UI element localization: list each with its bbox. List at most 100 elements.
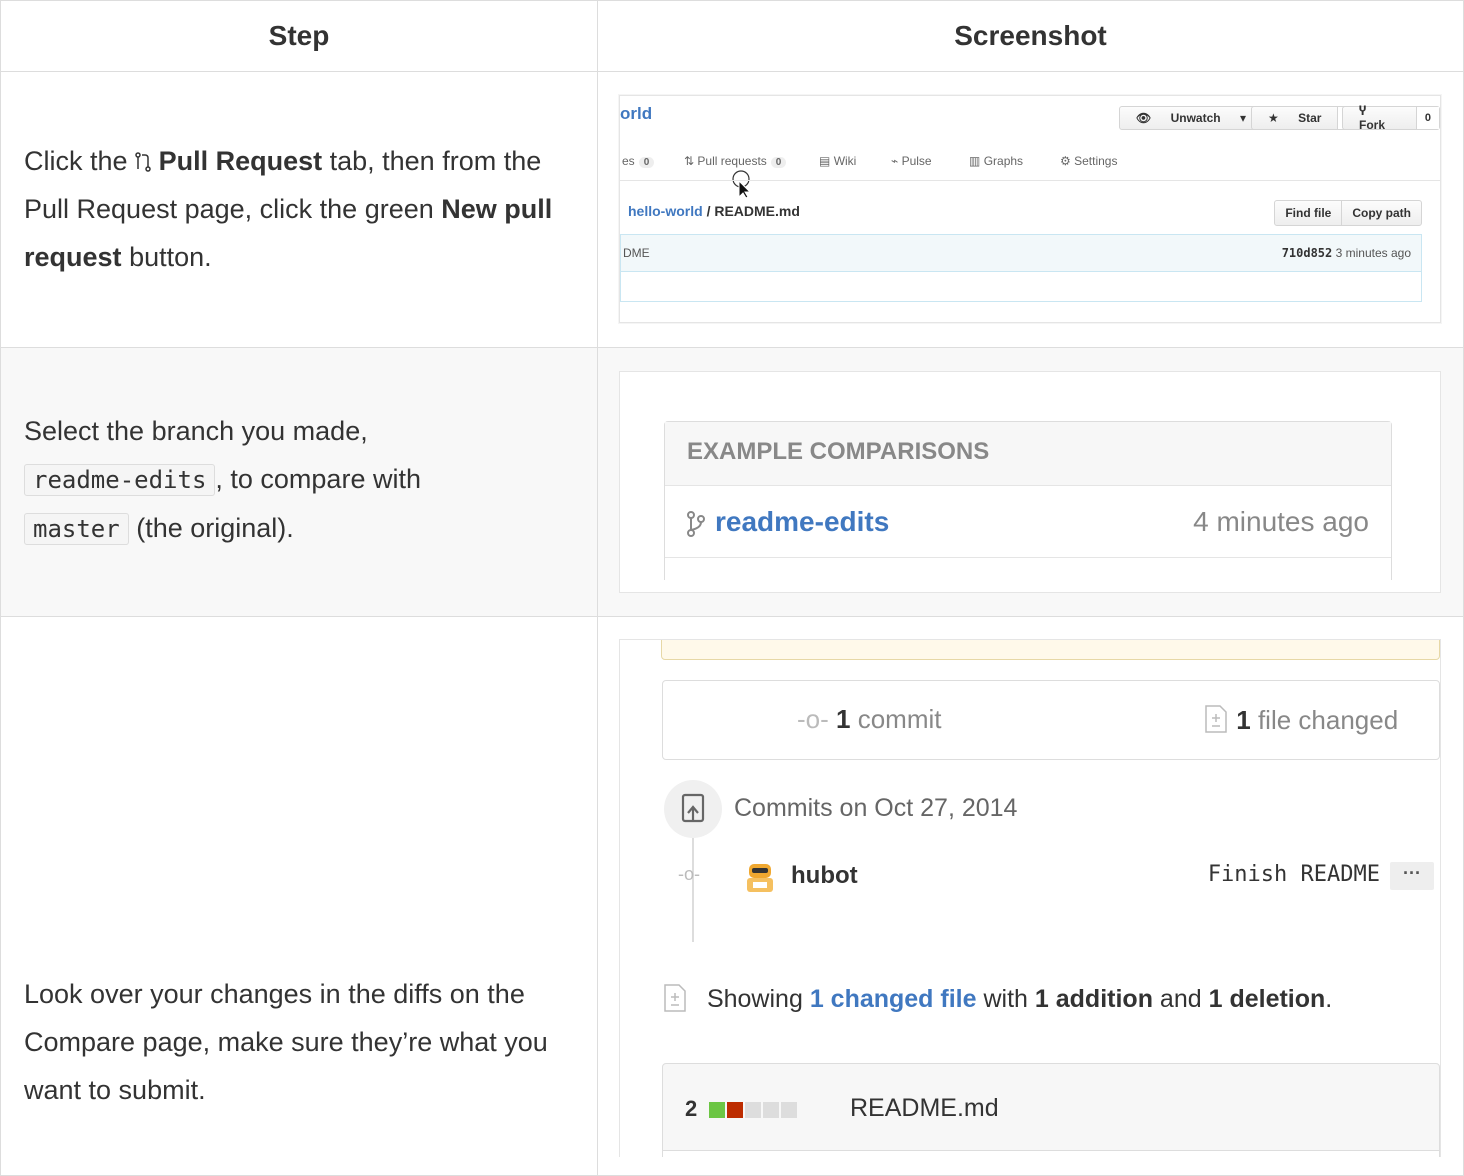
tab-settings[interactable]: ⚙ Settings: [1060, 154, 1117, 168]
diff-body-start: [663, 1150, 1439, 1157]
file-diff-icon: [664, 984, 686, 1012]
tab-issues[interactable]: es 0: [622, 154, 655, 168]
files-word: file changed: [1257, 705, 1399, 735]
header-screenshot: Screenshot: [597, 0, 1464, 72]
book-icon: ▤: [819, 154, 831, 168]
step-text: Select the branch you made,: [24, 416, 368, 446]
row-1-step-text: Click the Pull Request tab, then from th…: [1, 137, 571, 281]
step-text: button.: [129, 242, 212, 272]
expand-commit-button[interactable]: ···: [1390, 862, 1434, 890]
changed-files-link[interactable]: 1 changed file: [810, 985, 977, 1013]
graph-icon: ▥: [969, 154, 981, 168]
tab-wiki[interactable]: ▤ Wiki: [819, 154, 856, 168]
tab-pull-requests[interactable]: ⇅ Pull requests 0: [684, 154, 787, 168]
additions-count: 1 addition: [1034, 985, 1153, 1013]
comparison-time: 4 minutes ago: [1193, 506, 1369, 537]
diffstat-neutral: [781, 1102, 797, 1118]
breadcrumb: hello-world / README.md: [628, 203, 800, 219]
commit-time: 3 minutes ago: [1335, 246, 1411, 260]
file-actions: Find file Copy path: [1274, 200, 1422, 226]
find-file-button[interactable]: Find file: [1275, 201, 1341, 225]
comparison-branch-link[interactable]: readme-edits: [715, 506, 889, 538]
commits-date-icon-circle: [664, 780, 722, 838]
repo-push-icon: [681, 793, 705, 823]
diff-file-name[interactable]: README.md: [850, 1094, 999, 1123]
files-summary[interactable]: 1 file changed: [1203, 704, 1398, 736]
tab-issues-count: 0: [638, 157, 655, 168]
diff-stats-line: Showing 1 changed file with 1 addition a…: [664, 983, 1333, 1014]
step-text: (the original).: [136, 513, 294, 543]
code-master: master: [24, 513, 129, 545]
tab-graphs-label: Graphs: [983, 154, 1024, 168]
deletions-count: 1 deletion: [1208, 985, 1326, 1013]
row-2-step-cell: Select the branch you made, readme-edits…: [0, 347, 598, 617]
screenshot-compare-diff: -o- 1 commit 1 file changed Commits on O…: [619, 639, 1441, 1157]
commit-icon: -o-: [797, 704, 829, 734]
fork-button[interactable]: Ⴤ Fork 0: [1342, 104, 1440, 132]
screenshot-compare-branches: EXAMPLE COMPARISONS readme-edits 4 minut…: [619, 371, 1441, 593]
commits-date-heading: Commits on Oct 27, 2014: [734, 794, 1018, 822]
screenshot-repo-page: orld 👁 Unwatch ▾ 1 ★ Star 0 Ⴤ Fork 0 es0…: [619, 95, 1441, 323]
tab-settings-label: Settings: [1074, 154, 1118, 168]
latest-commit-bar: DME 710d852 3 minutes ago: [620, 234, 1422, 272]
hubot-avatar[interactable]: [743, 860, 777, 894]
gear-icon: ⚙: [1060, 154, 1071, 168]
file-diff-icon: [1205, 705, 1227, 733]
row-3-step-cell: Look over your changes in the diffs on t…: [0, 616, 598, 1176]
flash-notice: [661, 640, 1440, 660]
showing-text: with: [983, 985, 1028, 1013]
pull-request-icon: [135, 152, 151, 172]
commits-summary[interactable]: -o- 1 commit: [797, 704, 942, 735]
repo-name[interactable]: orld: [620, 104, 652, 124]
crop-mask: [620, 580, 1440, 592]
pulse-icon: ⌁: [891, 154, 899, 168]
commit-word: commit: [857, 704, 942, 734]
tab-pulse-label: Pulse: [901, 154, 932, 168]
mouse-cursor-icon: [732, 170, 752, 199]
diffstat-neutral: [763, 1102, 779, 1118]
showing-text: Showing: [706, 985, 803, 1013]
panel-title: EXAMPLE COMPARISONS: [665, 422, 1391, 486]
comparison-row[interactable]: readme-edits 4 minutes ago: [665, 486, 1391, 558]
diffstat-neutral: [745, 1102, 761, 1118]
commit-message[interactable]: DME: [623, 246, 650, 260]
commit-node-icon: -o-: [678, 864, 700, 884]
row-2-step-text: Select the branch you made, readme-edits…: [1, 407, 571, 553]
pull-request-icon: ⇅: [684, 154, 695, 168]
commit-message-link[interactable]: Finish README: [1208, 862, 1380, 887]
breadcrumb-file: README.md: [714, 203, 800, 219]
commit-meta: 710d852 3 minutes ago: [1282, 246, 1411, 260]
tab-pulse[interactable]: ⌁ Pulse: [891, 154, 932, 168]
tab-wiki-label: Wiki: [833, 154, 857, 168]
diffstat-del: [727, 1102, 743, 1118]
step-text: Click the: [24, 146, 128, 176]
example-comparisons-panel: EXAMPLE COMPARISONS readme-edits 4 minut…: [664, 421, 1392, 592]
branch-icon: [687, 511, 705, 537]
tab-pr-count: 0: [770, 157, 787, 168]
tab-issues-label: es: [622, 154, 635, 168]
commit-sha[interactable]: 710d852: [1282, 246, 1333, 260]
showing-text: and: [1159, 985, 1202, 1013]
compare-summary: -o- 1 commit 1 file changed: [662, 680, 1440, 760]
tab-pr-label: Pull requests: [697, 154, 767, 168]
diff-change-count: 2: [685, 1096, 698, 1121]
copy-path-button[interactable]: Copy path: [1341, 201, 1421, 225]
tab-divider: [620, 180, 1440, 181]
row-3-step-text: Look over your changes in the diffs on t…: [24, 979, 548, 1105]
header-step: Step: [0, 0, 598, 72]
fork-icon: Ⴤ: [1359, 104, 1367, 118]
breadcrumb-separator: /: [706, 203, 711, 219]
tab-graphs[interactable]: ▥ Graphs: [969, 154, 1023, 168]
timeline-line: [692, 838, 694, 942]
eye-icon: 👁: [1136, 111, 1152, 125]
files-count: 1: [1236, 705, 1251, 735]
star-label: Star: [1298, 111, 1322, 125]
code-branch: readme-edits: [24, 464, 216, 496]
file-content-box: [620, 272, 1422, 302]
diffstat-add: [709, 1102, 725, 1118]
commit-author-link[interactable]: hubot: [791, 862, 858, 890]
breadcrumb-repo-link[interactable]: hello-world: [628, 203, 703, 219]
showing-text: .: [1325, 985, 1333, 1013]
fork-count: 0: [1415, 107, 1439, 129]
diff-file-header: 2 README.md: [662, 1063, 1440, 1157]
